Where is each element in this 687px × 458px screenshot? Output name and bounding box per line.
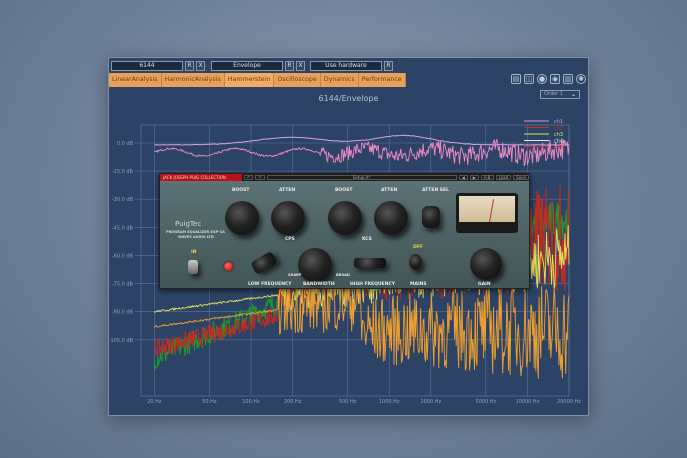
x-tick-label: 5000 Hz <box>475 399 496 405</box>
atten-sel-label: ATTEN SEL <box>422 188 449 193</box>
chart-title: 6144/Envelope <box>318 94 379 103</box>
power-lamp <box>224 262 233 271</box>
mains-label: MAINS <box>410 282 427 287</box>
undo-button[interactable]: ↶ <box>244 175 254 180</box>
gain-knob[interactable] <box>470 248 502 280</box>
puigtec-plugin: JACK JOSEPH PUIG COLLECTION ↶ ↷ Setup A*… <box>159 173 530 289</box>
kcs-label: KCS <box>362 237 372 242</box>
high-boost-knob[interactable] <box>328 201 362 235</box>
y-tick-label: -60.0 dB <box>112 253 134 259</box>
low-atten-knob[interactable] <box>271 201 305 235</box>
x-tick-label: 500 Hz <box>339 399 357 405</box>
plugin-subtitle: PROGRAM EQUALIZER EQP-1A <box>166 230 225 234</box>
x-tick-label: 200 Hz <box>284 399 302 405</box>
preset-field[interactable]: Setup A* <box>266 175 457 180</box>
x-tick-label: 50 Hz <box>202 399 217 405</box>
high-atten-label: ATTEN <box>381 188 398 193</box>
redo-button[interactable]: ↷ <box>255 175 265 180</box>
y-tick-label: 0.0 dB <box>117 141 134 147</box>
high-frequency-label: HIGH FREQUENCY <box>350 282 395 287</box>
low-boost-knob[interactable] <box>225 201 259 235</box>
low-atten-label: ATTEN <box>279 188 296 193</box>
load-button[interactable]: Load <box>495 175 512 180</box>
low-frequency-selector[interactable] <box>250 250 278 276</box>
vu-meter <box>456 193 518 233</box>
high-boost-label: BOOST <box>335 188 353 193</box>
y-tick-label: -90.0 dB <box>112 310 134 316</box>
plugin-name: PuigTec <box>175 220 202 228</box>
x-tick-label: 20000 Hz <box>557 399 581 405</box>
legend-label: ch4 <box>554 139 563 145</box>
y-tick-label: -45.0 dB <box>112 225 134 231</box>
sharp-label: SHARP <box>288 273 302 277</box>
high-frequency-selector[interactable] <box>354 258 386 268</box>
ab-button[interactable]: A-B <box>480 175 494 180</box>
cps-label: CPS <box>285 237 295 242</box>
gain-label: GAIN <box>478 282 491 287</box>
high-atten-knob[interactable] <box>374 201 408 235</box>
broad-label: BROAD <box>336 273 350 277</box>
atten-sel-knob[interactable] <box>422 206 440 228</box>
low-boost-label: BOOST <box>232 188 250 193</box>
x-tick-label: 1000 Hz <box>379 399 400 405</box>
x-tick-label: 20 Hz <box>147 399 162 405</box>
y-tick-label: -105.0 dB <box>109 338 134 344</box>
x-tick-label: 2000 Hz <box>420 399 441 405</box>
y-tick-label: -75.0 dB <box>112 282 134 288</box>
bandwidth-label: BANDWIDTH <box>303 282 335 287</box>
x-tick-label: 100 Hz <box>242 399 260 405</box>
x-tick-label: 10000 Hz <box>515 399 539 405</box>
plugin-brand: JACK JOSEPH PUIG COLLECTION <box>160 174 242 181</box>
y-tick-label: -30.0 dB <box>112 197 134 203</box>
low-frequency-label: LOW FREQUENCY <box>248 282 292 287</box>
bandwidth-knob[interactable] <box>298 248 332 282</box>
plugin-maker: WAVES AUDIO LTD <box>178 235 214 239</box>
analyzer-window: 6144 R X Envelope R X Use hardware R Lin… <box>108 57 589 416</box>
legend-label: ch1 <box>554 119 563 125</box>
legend-label: ch3 <box>554 132 563 138</box>
in-label: IN <box>191 250 197 255</box>
in-toggle[interactable] <box>188 260 198 274</box>
y-tick-label: -15.0 dB <box>112 169 134 175</box>
off-label: OFF <box>413 245 423 250</box>
save-button[interactable]: Save <box>513 175 529 180</box>
prev-preset-button[interactable]: ◀ <box>458 175 468 180</box>
legend-label: ch5 <box>554 145 563 151</box>
plugin-toolbar: JACK JOSEPH PUIG COLLECTION ↶ ↷ Setup A*… <box>160 174 529 181</box>
mains-switch[interactable] <box>409 254 422 270</box>
legend-label: ch2 <box>554 126 563 132</box>
next-preset-button[interactable]: ▶ <box>469 175 479 180</box>
